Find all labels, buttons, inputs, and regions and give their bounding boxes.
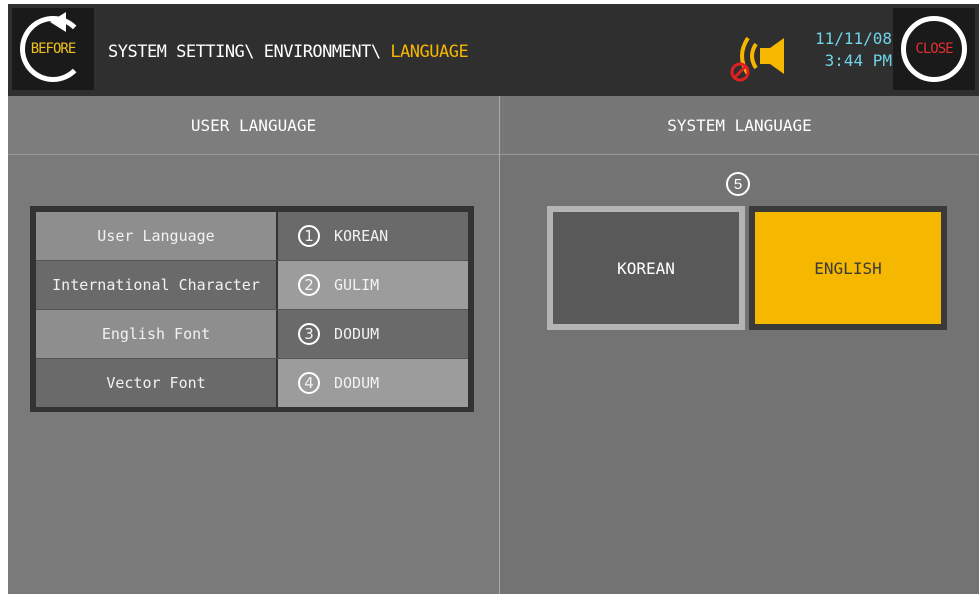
time-text: 3:44 PM [824,51,892,70]
table-row[interactable]: English Font 3 DODUM [36,309,468,358]
row-value-text: KOREAN [334,227,389,245]
row-value[interactable]: 4 DODUM [278,359,468,407]
row-label: International Character [36,261,278,309]
header-bar: BEFORE SYSTEM SETTING\ ENVIRONMENT\ LANG… [8,4,979,96]
close-button[interactable]: CLOSE [893,8,975,90]
row-value-text: GULIM [334,276,380,294]
user-language-table: User Language 1 KOREAN International Cha… [30,206,474,412]
row-value[interactable]: 3 DODUM [278,310,468,358]
breadcrumb-path: SYSTEM SETTING\ ENVIRONMENT\ [108,42,391,62]
date-text: 11/11/08 [814,29,892,48]
number-badge: 3 [298,323,320,345]
table-row[interactable]: Vector Font 4 DODUM [36,358,468,407]
user-language-title: USER LANGUAGE [8,96,499,155]
number-badge: 1 [298,225,320,247]
close-label: CLOSE [915,41,953,57]
english-label: ENGLISH [814,258,882,278]
korean-button[interactable]: KOREAN [547,206,745,330]
close-icon: CLOSE [901,16,967,82]
row-value[interactable]: 1 KOREAN [278,212,468,260]
row-label: User Language [36,212,278,260]
arrow-head-icon [50,12,66,32]
breadcrumb-current: LANGUAGE [390,42,469,62]
before-label: BEFORE [30,41,77,57]
sound-muted-icon[interactable] [726,30,796,82]
row-value-text: DODUM [334,325,380,343]
system-language-panel: SYSTEM LANGUAGE 5 KOREAN ENGLISH [500,96,979,594]
number-badge: 4 [298,372,320,394]
table-row[interactable]: International Character 2 GULIM [36,260,468,309]
screen: BEFORE SYSTEM SETTING\ ENVIRONMENT\ LANG… [0,0,979,594]
number-badge: 2 [298,274,320,296]
user-language-panel: USER LANGUAGE User Language 1 KOREAN Int… [8,96,499,594]
english-button[interactable]: ENGLISH [749,206,947,330]
system-language-title: SYSTEM LANGUAGE [500,96,979,155]
korean-label: KOREAN [617,258,675,278]
before-button[interactable]: BEFORE [12,8,94,90]
row-value[interactable]: 2 GULIM [278,261,468,309]
table-row[interactable]: User Language 1 KOREAN [36,212,468,260]
row-label: English Font [36,310,278,358]
row-label: Vector Font [36,359,278,407]
row-value-text: DODUM [334,374,380,392]
datetime: 11/11/08 3:44 PM [810,28,892,72]
breadcrumb: SYSTEM SETTING\ ENVIRONMENT\ LANGUAGE [108,42,469,62]
number-badge: 5 [726,172,750,196]
